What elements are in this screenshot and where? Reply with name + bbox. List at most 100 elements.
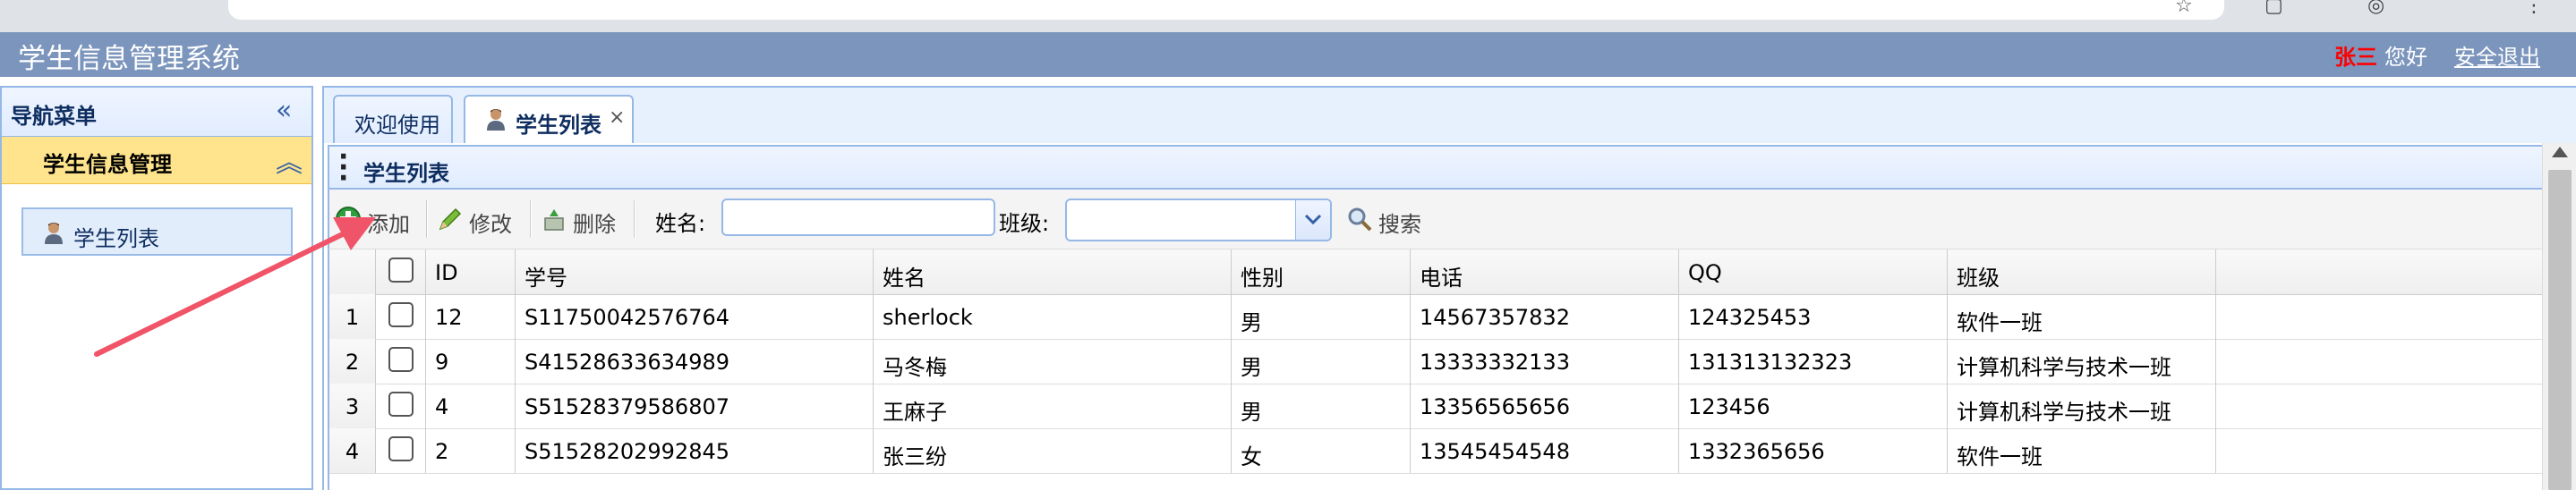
- row-number: 4: [329, 428, 376, 473]
- table-row[interactable]: 4 2 S51528202992845 张三纷 女 13545454548 13…: [329, 428, 2546, 474]
- close-icon[interactable]: ×: [609, 106, 625, 129]
- cell-phone: 14567357832: [1411, 294, 1679, 339]
- cell-class: 软件一班: [1948, 294, 2216, 339]
- row-number: 2: [329, 339, 376, 384]
- search-button[interactable]: 搜索: [1346, 199, 1436, 238]
- panel-header: · · · 学生列表: [328, 141, 2546, 194]
- class-select[interactable]: [1065, 199, 1332, 241]
- student-list-panel: · · · 学生列表 添加 修改 删除 姓名: 班级: 搜索 ID 学号 姓名 …: [322, 143, 2576, 490]
- row-select-cell: [376, 428, 426, 473]
- column-header-qq[interactable]: QQ: [1679, 249, 1948, 294]
- select-all-cell: [376, 249, 426, 294]
- dropdown-button[interactable]: [1295, 200, 1330, 240]
- row-select-cell: [376, 384, 426, 428]
- pencil-icon: [439, 207, 462, 231]
- table-row[interactable]: 1 12 S11750042576764 sherlock 男 14567357…: [329, 294, 2546, 340]
- select-all-checkbox[interactable]: [388, 258, 414, 283]
- app-header: 学生信息管理系统 张三 您好 安全退出: [0, 32, 2576, 77]
- cell-qq: 1332365656: [1679, 428, 1948, 473]
- cell-sex: 男: [1232, 339, 1411, 384]
- user-avatar-icon: [45, 223, 63, 244]
- vertical-scrollbar[interactable]: [2542, 143, 2576, 490]
- column-header-sex[interactable]: 性别: [1232, 249, 1411, 294]
- row-checkbox[interactable]: [388, 347, 414, 372]
- search-icon: [1348, 207, 1372, 232]
- cell-id: 9: [426, 339, 516, 384]
- profile-icon[interactable]: ◎: [2367, 0, 2384, 17]
- cell-name: 王麻子: [874, 384, 1232, 428]
- edit-button[interactable]: 修改: [437, 199, 517, 238]
- cell-class: 计算机科学与技术一班: [1948, 384, 2216, 428]
- cell-id: 12: [426, 294, 516, 339]
- name-label: 姓名:: [655, 211, 706, 236]
- row-number: 3: [329, 384, 376, 428]
- delete-button[interactable]: 删除: [541, 199, 621, 238]
- extensions-icon[interactable]: ▢: [2265, 0, 2283, 17]
- cell-class: 计算机科学与技术一班: [1948, 339, 2216, 384]
- grid-header: ID 学号 姓名 性别 电话 QQ 班级: [329, 249, 2546, 295]
- cell-qq: 124325453: [1679, 294, 1948, 339]
- row-checkbox[interactable]: [388, 436, 414, 461]
- column-header-sno[interactable]: 学号: [516, 249, 874, 294]
- nav-group-label: 学生信息管理: [43, 152, 172, 177]
- table-row[interactable]: 2 9 S41528633634989 马冬梅 男 13333332133 13…: [329, 339, 2546, 384]
- drag-handle-icon: · · ·: [338, 141, 349, 194]
- cell-phone: 13545454548: [1411, 428, 1679, 473]
- toolbar: 添加 修改 删除 姓名: 班级: 搜索: [328, 190, 2546, 249]
- tab-label: 学生列表: [516, 113, 601, 138]
- collapse-left-icon[interactable]: «: [276, 95, 292, 126]
- app-title: 学生信息管理系统: [18, 43, 240, 75]
- row-checkbox[interactable]: [388, 302, 414, 327]
- logout-link[interactable]: 安全退出: [2454, 39, 2540, 71]
- row-select-cell: [376, 294, 426, 339]
- tab-welcome[interactable]: 欢迎使用: [333, 95, 453, 145]
- nav-item-label: 学生列表: [73, 226, 159, 251]
- trash-icon: [544, 209, 564, 231]
- user-name: 张三: [2334, 45, 2377, 70]
- collapse-up-icon[interactable]: ︽: [276, 140, 303, 180]
- greeting-text: 您好: [2384, 45, 2427, 70]
- row-checkbox[interactable]: [388, 392, 414, 417]
- address-bar[interactable]: [228, 0, 2224, 20]
- cell-sno: S41528633634989: [516, 339, 874, 384]
- column-header-class[interactable]: 班级: [1948, 249, 2216, 294]
- user-avatar-icon: [487, 109, 505, 131]
- tab-label: 欢迎使用: [354, 113, 440, 138]
- column-header-id[interactable]: ID: [426, 249, 516, 294]
- cell-sno: S51528379586807: [516, 384, 874, 428]
- row-select-cell: [376, 339, 426, 384]
- toolbar-divider: [530, 200, 532, 238]
- tab-student-list[interactable]: 学生列表 ×: [464, 95, 634, 147]
- cell-sex: 女: [1232, 428, 1411, 473]
- panel-title: 学生列表: [363, 161, 449, 186]
- add-button[interactable]: 添加: [335, 199, 415, 238]
- menu-icon[interactable]: ⋮: [2524, 0, 2544, 17]
- row-number: 1: [329, 294, 376, 339]
- cell-sno: S51528202992845: [516, 428, 874, 473]
- edit-label: 修改: [469, 212, 512, 237]
- name-input[interactable]: [721, 199, 995, 236]
- cell-name: sherlock: [874, 294, 1232, 339]
- cell-name: 马冬梅: [874, 339, 1232, 384]
- star-icon[interactable]: ☆: [2175, 0, 2193, 17]
- nav-group-student-info[interactable]: 学生信息管理 ︽: [2, 137, 311, 184]
- cell-qq: 131313132323: [1679, 339, 1948, 384]
- nav-header: 导航菜单 «: [2, 88, 311, 137]
- tabs-bar: 欢迎使用 学生列表 ×: [322, 86, 2576, 147]
- column-header-name[interactable]: 姓名: [874, 249, 1232, 294]
- cell-id: 4: [426, 384, 516, 428]
- cell-phone: 13333332133: [1411, 339, 1679, 384]
- scroll-thumb[interactable]: [2548, 170, 2572, 490]
- cell-id: 2: [426, 428, 516, 473]
- scroll-up-arrow-icon[interactable]: [2552, 147, 2568, 157]
- nav-panel: 导航菜单 « 学生信息管理 ︽ 学生列表: [0, 86, 313, 490]
- table-row[interactable]: 3 4 S51528379586807 王麻子 男 13356565656 12…: [329, 384, 2546, 429]
- student-grid: ID 学号 姓名 性别 电话 QQ 班级 1 12 S1175004257676…: [328, 249, 2546, 490]
- cell-name: 张三纷: [874, 428, 1232, 473]
- column-header-phone[interactable]: 电话: [1411, 249, 1679, 294]
- nav-item-student-list[interactable]: 学生列表: [21, 207, 293, 256]
- cell-sex: 男: [1232, 294, 1411, 339]
- toolbar-divider: [426, 200, 428, 238]
- cell-sex: 男: [1232, 384, 1411, 428]
- class-label: 班级:: [999, 211, 1050, 236]
